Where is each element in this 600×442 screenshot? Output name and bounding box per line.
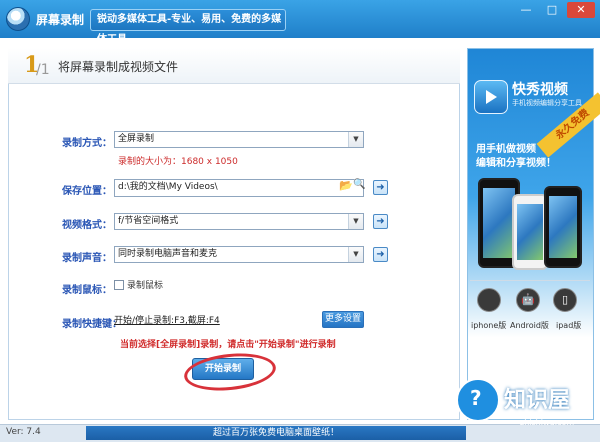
mouse-label: 录制鼠标： [62, 285, 112, 296]
phone-image [544, 186, 582, 268]
hotkey-link[interactable]: 开始/停止录制:F3,截屏:F4 [114, 313, 220, 326]
audio-go-icon[interactable]: ➜ [373, 247, 388, 262]
chevron-down-icon[interactable]: ▼ [348, 247, 363, 262]
wallpaper-ticker-link[interactable]: 超过百万张免费电脑桌面壁纸！ [86, 426, 466, 440]
slogan-banner[interactable]: 锐动多媒体工具-专业、易用、免费的多媒体工具 [90, 9, 286, 45]
audio-select[interactable]: 同时录制电脑声音和麦克 ▼ [114, 246, 364, 263]
record-size-info: 录制的大小为：1680 x 1050 [118, 157, 238, 167]
format-go-icon[interactable]: ➜ [373, 214, 388, 229]
folder-icon[interactable]: 📂 [339, 179, 353, 192]
watermark-url: zhishiwu.com [520, 418, 575, 427]
phone-image [512, 194, 548, 270]
version-label: Ver: 7.4 [6, 427, 41, 437]
ipad-version-label[interactable]: ipad版 [556, 320, 581, 331]
ad-brand: 快秀视频 [512, 82, 568, 98]
format-label: 视频格式： [62, 220, 112, 231]
record-mouse-checkbox-label[interactable]: 录制鼠标 [127, 278, 163, 291]
search-icon[interactable]: 🔍 [353, 179, 365, 190]
more-settings-button[interactable]: 更多设置 [322, 311, 364, 328]
save-path-value: d:\我的文档\My Videos\ [118, 182, 218, 192]
audio-label: 录制声音： [62, 253, 112, 264]
minimize-button[interactable]: — [515, 2, 537, 18]
mode-select[interactable]: 全屏录制 ▼ [114, 131, 364, 148]
save-location-label: 保存位置： [62, 186, 112, 197]
play-icon [486, 90, 497, 104]
maximize-button[interactable]: □ [541, 2, 563, 18]
chevron-down-icon[interactable]: ▼ [348, 132, 363, 147]
close-button[interactable]: ✕ [567, 2, 595, 18]
format-select[interactable]: f/节省空间格式 ▼ [114, 213, 364, 230]
format-select-value: f/节省空间格式 [118, 216, 179, 226]
watermark-mark: ? [470, 386, 482, 410]
chevron-down-icon[interactable]: ▼ [348, 214, 363, 229]
iphone-version-label[interactable]: iphone版 [471, 320, 506, 331]
step-total: /1 [36, 62, 50, 78]
open-folder-go-icon[interactable]: ➜ [373, 180, 388, 195]
ad-subtitle: 手机视频编辑分享工具 [512, 99, 582, 107]
mode-label: 录制方式： [62, 138, 112, 149]
android-version-label[interactable]: Android版 [510, 320, 549, 331]
app-title: 屏幕录制 [36, 13, 85, 27]
app-logo-icon [6, 7, 30, 31]
ad-headline-2: 编辑和分享视频！ [476, 158, 556, 169]
divider [470, 280, 590, 281]
hotkey-label: 录制快捷键： [62, 319, 122, 330]
record-mouse-checkbox[interactable] [114, 280, 124, 290]
ipad-icon[interactable]: ▯ [553, 288, 577, 312]
step-title: 将屏幕录制成视频文件 [58, 60, 179, 74]
ad-headline-1: 用手机做视频 [476, 144, 536, 155]
audio-select-value: 同时录制电脑声音和麦克 [118, 249, 218, 259]
record-notice: 当前选择[全屏录制]录制，请点击"开始录制"进行录制 [120, 340, 336, 350]
mode-select-value: 全屏录制 [118, 134, 155, 144]
save-path-input[interactable]: d:\我的文档\My Videos\ [114, 179, 364, 197]
android-icon[interactable]: 🤖 [516, 288, 540, 312]
watermark-text: 知识屋 [504, 388, 571, 413]
apple-icon[interactable] [477, 288, 501, 312]
